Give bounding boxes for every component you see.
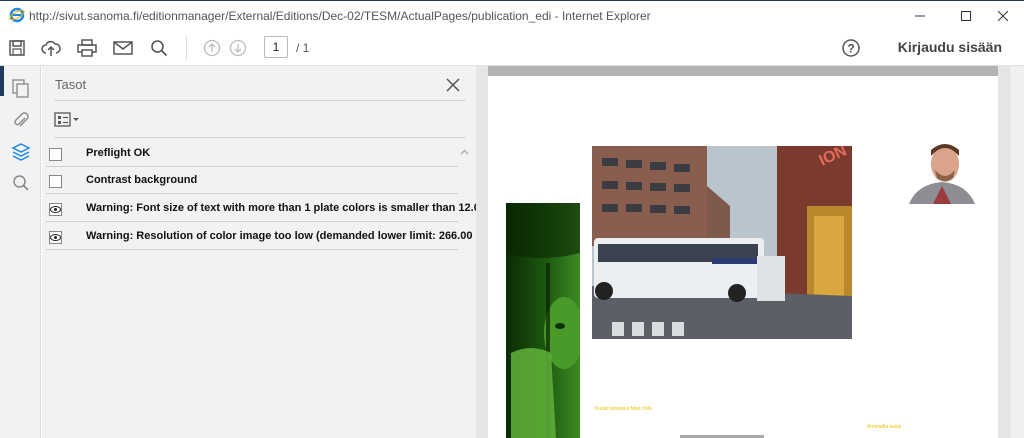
minimize-button[interactable] bbox=[897, 1, 943, 31]
panel-close-button[interactable] bbox=[442, 74, 464, 96]
upload-button[interactable] bbox=[39, 36, 63, 60]
layers-button[interactable] bbox=[10, 141, 32, 163]
photo-caption: Ammattia kaisa bbox=[867, 424, 902, 430]
layer-row-font-warning[interactable]: Warning: Font size of text with more tha… bbox=[46, 195, 499, 222]
divider bbox=[54, 100, 466, 101]
panel-scroll-up[interactable] bbox=[458, 146, 470, 158]
attachments-icon bbox=[14, 112, 29, 127]
chevron-up-icon bbox=[460, 149, 468, 155]
layers-panel: Tasot Preflight OK Contrast background W… bbox=[42, 66, 499, 438]
title-bar: http://sivut.sanoma.fi/editionmanager/Ex… bbox=[0, 0, 1024, 30]
attachments-button[interactable] bbox=[10, 109, 32, 131]
print-button[interactable] bbox=[75, 36, 99, 60]
layer-label: Contrast background bbox=[86, 174, 198, 186]
window-edge bbox=[0, 66, 4, 96]
pages-icon bbox=[12, 79, 29, 98]
layer-visibility-toggle[interactable] bbox=[49, 203, 62, 216]
close-icon bbox=[998, 11, 1008, 21]
eye-icon bbox=[50, 234, 61, 241]
layer-row-preflight[interactable]: Preflight OK bbox=[46, 140, 458, 167]
options-menu-icon bbox=[54, 112, 79, 127]
svg-text:?: ? bbox=[847, 42, 854, 56]
print-icon bbox=[77, 39, 97, 57]
page-total: / 1 bbox=[296, 41, 310, 55]
toolbar-divider bbox=[186, 36, 187, 60]
panel-title: Tasot bbox=[55, 77, 87, 92]
layer-visibility-toggle[interactable] bbox=[49, 148, 62, 161]
prev-page-button[interactable] bbox=[200, 36, 224, 60]
close-icon bbox=[446, 78, 460, 92]
signin-link[interactable]: Kirjaudu sisään bbox=[898, 39, 1002, 55]
internet-explorer-icon bbox=[9, 7, 25, 23]
layer-row-resolution-warning[interactable]: Warning: Resolution of color image too l… bbox=[46, 223, 496, 250]
page-number-input[interactable]: 1 bbox=[264, 36, 288, 58]
minimize-icon bbox=[915, 15, 925, 17]
email-button[interactable] bbox=[111, 36, 135, 60]
search-icon bbox=[151, 40, 168, 57]
eye-icon bbox=[50, 206, 61, 213]
side-rail bbox=[0, 66, 41, 438]
page-top-edge bbox=[488, 66, 998, 76]
layer-label: Warning: Resolution of color image too l… bbox=[86, 230, 496, 242]
email-icon bbox=[113, 41, 133, 55]
close-button[interactable] bbox=[980, 1, 1024, 31]
layer-label: Preflight OK bbox=[86, 147, 151, 159]
help-button[interactable]: ? bbox=[839, 36, 863, 60]
layer-label: Warning: Font size of text with more tha… bbox=[86, 202, 500, 214]
layer-options-button[interactable] bbox=[54, 109, 86, 131]
street-photo: ION bbox=[592, 146, 852, 339]
search-icon bbox=[13, 175, 29, 191]
window-title: http://sivut.sanoma.fi/editionmanager/Ex… bbox=[29, 9, 651, 23]
document-scrollbar[interactable] bbox=[1009, 66, 1024, 438]
rail-search-button[interactable] bbox=[10, 172, 32, 194]
layer-visibility-toggle[interactable] bbox=[49, 175, 62, 188]
green-portrait-image bbox=[506, 203, 580, 438]
upload-icon bbox=[41, 40, 61, 56]
help-icon: ? bbox=[842, 39, 860, 57]
find-button[interactable] bbox=[147, 36, 171, 60]
next-page-button[interactable] bbox=[226, 36, 250, 60]
save-icon bbox=[9, 40, 25, 56]
prev-page-icon bbox=[203, 39, 221, 57]
next-page-icon bbox=[229, 39, 247, 57]
layers-icon bbox=[11, 143, 31, 161]
toolbar: 1 / 1 ? Kirjaudu sisään bbox=[0, 30, 1024, 66]
person-portrait bbox=[909, 140, 975, 204]
pages-button[interactable] bbox=[10, 78, 32, 100]
divider bbox=[54, 137, 466, 138]
layer-visibility-toggle[interactable] bbox=[49, 231, 62, 244]
layer-row-contrast[interactable]: Contrast background bbox=[46, 167, 458, 194]
photo-caption: Kuvat toimessa Marc Kirk bbox=[595, 406, 652, 412]
save-button[interactable] bbox=[5, 36, 29, 60]
maximize-icon bbox=[961, 11, 971, 21]
